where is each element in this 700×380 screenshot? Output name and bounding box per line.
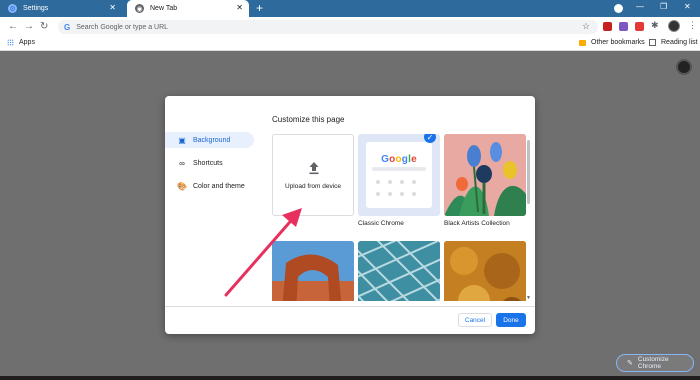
black-artists-label: Black Artists Collection xyxy=(444,220,510,227)
folder-icon xyxy=(579,39,586,46)
profile-indicator-icon[interactable] xyxy=(614,4,623,13)
upload-icon xyxy=(309,162,319,175)
sidebar-item-label: Background xyxy=(193,136,231,144)
palette-icon: 🎨 xyxy=(177,181,187,191)
tab-strip: ⚙ Settings ✕ ◉ New Tab ✕ + — ❐ ✕ xyxy=(0,0,700,17)
autumn-image xyxy=(444,241,526,301)
chrome-icon: ◉ xyxy=(135,4,144,13)
sidebar-item-label: Shortcuts xyxy=(193,159,223,167)
tab-new-tab-label: New Tab xyxy=(150,5,178,12)
forward-arrow-icon[interactable]: → xyxy=(24,21,34,32)
close-icon[interactable]: ✕ xyxy=(109,3,116,12)
google-icon: G xyxy=(64,22,71,32)
back-arrow-icon[interactable]: ← xyxy=(8,21,18,32)
sidebar-item-color-and-theme[interactable]: 🎨 Color and theme xyxy=(165,178,261,194)
puzzle-icon[interactable]: ✱ xyxy=(651,20,660,30)
minimize-button[interactable]: — xyxy=(636,2,644,11)
pencil-icon: ✎ xyxy=(627,360,633,367)
shortcut-dot xyxy=(388,192,392,196)
background-grid: Upload from device Google ✓ Classic Chro… xyxy=(272,134,528,301)
shortcut-dot xyxy=(376,180,380,184)
upload-tile[interactable]: Upload from device xyxy=(272,134,354,216)
other-bookmarks[interactable]: Other bookmarks xyxy=(579,39,645,46)
tab-settings-label: Settings xyxy=(23,5,49,12)
scrollbar[interactable] xyxy=(527,140,530,204)
shortcut-dot xyxy=(400,180,404,184)
bookmark-star-icon[interactable]: ☆ xyxy=(582,21,590,32)
close-icon[interactable]: ✕ xyxy=(236,3,243,12)
taskbar xyxy=(0,376,700,380)
tab-new-tab[interactable]: ◉ New Tab ✕ xyxy=(127,0,249,17)
menu-kebab-icon[interactable]: ⋮ xyxy=(688,20,697,31)
dialog-sidebar: ▣ Background ∞ Shortcuts 🎨 Color and the… xyxy=(165,132,261,201)
sidebar-item-label: Color and theme xyxy=(193,182,245,190)
check-icon: ✓ xyxy=(424,134,436,143)
sidebar-item-shortcuts[interactable]: ∞ Shortcuts xyxy=(165,155,261,171)
done-button[interactable]: Done xyxy=(496,313,526,327)
artwork-image xyxy=(444,134,526,216)
sidebar-item-background[interactable]: ▣ Background xyxy=(165,132,254,148)
shortcut-dot xyxy=(400,192,404,196)
extension-icon[interactable] xyxy=(619,22,628,31)
extension-icon[interactable] xyxy=(603,22,612,31)
apps-shortcut[interactable]: Apps xyxy=(7,39,35,46)
cancel-button[interactable]: Cancel xyxy=(458,313,492,327)
customize-chrome-button[interactable]: ✎ Customize Chrome xyxy=(616,354,694,372)
dialog-title: Customize this page xyxy=(272,115,345,124)
scroll-down-icon[interactable]: ▼ xyxy=(526,295,531,301)
black-artists-collection-tile[interactable] xyxy=(444,134,526,216)
google-logo: Google xyxy=(381,154,417,165)
shortcut-dot xyxy=(412,192,416,196)
search-bar-preview xyxy=(372,167,426,171)
apps-grid-icon xyxy=(7,39,14,46)
divider xyxy=(165,306,535,307)
apps-label: Apps xyxy=(19,39,35,46)
customize-chrome-label: Customize Chrome xyxy=(637,356,669,370)
shortcut-dot xyxy=(376,192,380,196)
reading-list-label: Reading list xyxy=(661,39,698,46)
reading-list[interactable]: Reading list xyxy=(649,39,698,46)
upload-label: Upload from device xyxy=(285,183,341,190)
architecture-tile[interactable] xyxy=(358,241,440,301)
toolbar: ← → ↻ G Search Google or type a URL ☆ ✱ … xyxy=(0,17,700,37)
avatar[interactable] xyxy=(668,20,680,32)
image-icon: ▣ xyxy=(178,135,186,145)
glass-facade-image xyxy=(358,241,440,301)
new-tab-button[interactable]: + xyxy=(256,1,263,15)
gear-icon: ⚙ xyxy=(8,4,17,13)
shortcut-dot xyxy=(412,180,416,184)
shortcut-dot xyxy=(388,180,392,184)
texture-tile[interactable] xyxy=(444,241,526,301)
link-icon: ∞ xyxy=(179,158,185,168)
classic-chrome-preview: Google xyxy=(366,142,432,208)
youtube-icon[interactable] xyxy=(635,22,644,31)
close-window-button[interactable]: ✕ xyxy=(684,2,691,11)
maximize-button[interactable]: ❐ xyxy=(660,2,667,11)
omnibox-placeholder: Search Google or type a URL xyxy=(76,23,169,31)
other-bookmarks-label: Other bookmarks xyxy=(591,39,645,46)
omnibox[interactable]: G Search Google or type a URL xyxy=(58,20,598,34)
tab-settings[interactable]: ⚙ Settings ✕ xyxy=(0,0,122,17)
bookmarks-bar: Apps Other bookmarks Reading list xyxy=(0,37,700,51)
reload-icon[interactable]: ↻ xyxy=(40,21,48,32)
avatar[interactable] xyxy=(676,59,692,75)
classic-chrome-label: Classic Chrome xyxy=(358,220,404,227)
reading-list-icon xyxy=(649,39,656,46)
annotation-arrow xyxy=(224,208,302,297)
classic-chrome-tile[interactable]: Google ✓ xyxy=(358,134,440,216)
